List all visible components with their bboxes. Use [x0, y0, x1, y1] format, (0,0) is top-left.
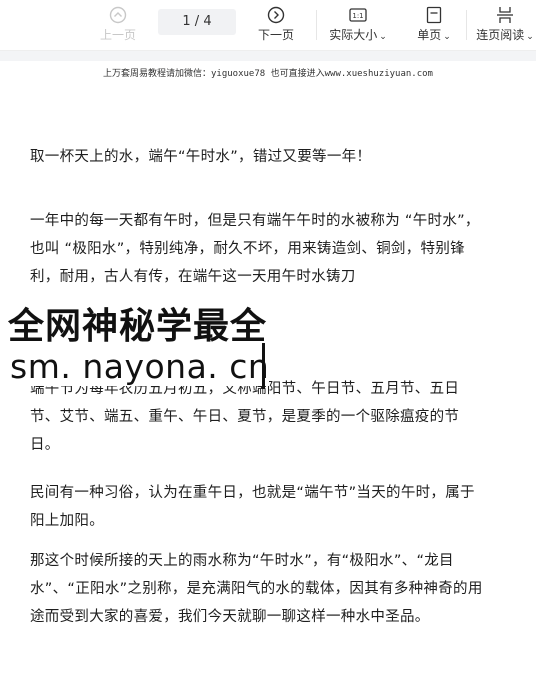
header-notice: 上万套周易教程请加微信：yiguoxue78 也可直接进入www.xueshuz… [103, 69, 433, 79]
paragraph-1: 一年中的每一天都有午时，但是只有端午午时的水被称为 “午时水”，也叫 “极阳水”… [30, 213, 480, 285]
page-gap [0, 51, 536, 61]
actual-size-icon-text: 1:1 [352, 12, 363, 20]
prev-page-label: 上一页 [99, 28, 136, 42]
actual-size-label: 实际大小 [329, 28, 378, 42]
paragraph-title: 取一杯天上的水，端午“午时水”，错过又要等一年！ [30, 149, 372, 165]
caret-down-icon: ⌄ [526, 32, 534, 42]
single-page-icon [426, 6, 442, 24]
next-page-label: 下一页 [257, 28, 294, 42]
chevron-up-circle-icon [109, 6, 127, 24]
page-indicator[interactable]: 1 / 4 [158, 9, 236, 35]
document-page: 上万套周易教程请加微信：yiguoxue78 也可直接进入www.xueshuz… [0, 61, 536, 688]
caret-down-icon: ⌄ [443, 32, 451, 42]
watermark-url: sm. nayona. cn [10, 347, 270, 386]
single-page-label: 单页 [417, 28, 442, 42]
single-page-button[interactable]: 单页 ⌄ [412, 0, 456, 50]
actual-size-icon: 1:1 [349, 8, 367, 22]
paragraph-4: 那这个时候所接的天上的雨水称为“午时水”，有“极阳水”、“龙目水”、“正阳水”之… [30, 553, 483, 625]
caret-down-icon: ⌄ [379, 32, 387, 42]
toolbar-divider [466, 10, 467, 40]
toolbar-divider [316, 10, 317, 40]
continuous-reading-button[interactable]: 连页阅读 ⌄ [474, 0, 536, 50]
chevron-right-circle-icon [267, 6, 285, 24]
next-page-button[interactable]: 下一页 [254, 0, 298, 50]
reader-toolbar: 上一页 1 / 4 下一页 1:1 实际大小 ⌄ 单页 ⌄ 连页阅读 ⌄ [0, 0, 536, 51]
paragraph-3: 民间有一种习俗，认为在重午日，也就是“端午节”当天的午时，属于阳上加阳。 [30, 485, 475, 529]
continuous-reading-label: 连页阅读 [476, 28, 525, 42]
text-cursor [262, 343, 265, 389]
watermark-title: 全网神秘学最全 [8, 306, 268, 347]
continuous-page-icon [497, 7, 513, 23]
prev-page-button[interactable]: 上一页 [96, 0, 140, 50]
paragraph-2: 端午节为每年农历五月初五，又称端阳节、午日节、五月节、五日节、艾节、端五、重午、… [30, 381, 460, 453]
actual-size-button[interactable]: 1:1 实际大小 ⌄ [328, 0, 388, 50]
